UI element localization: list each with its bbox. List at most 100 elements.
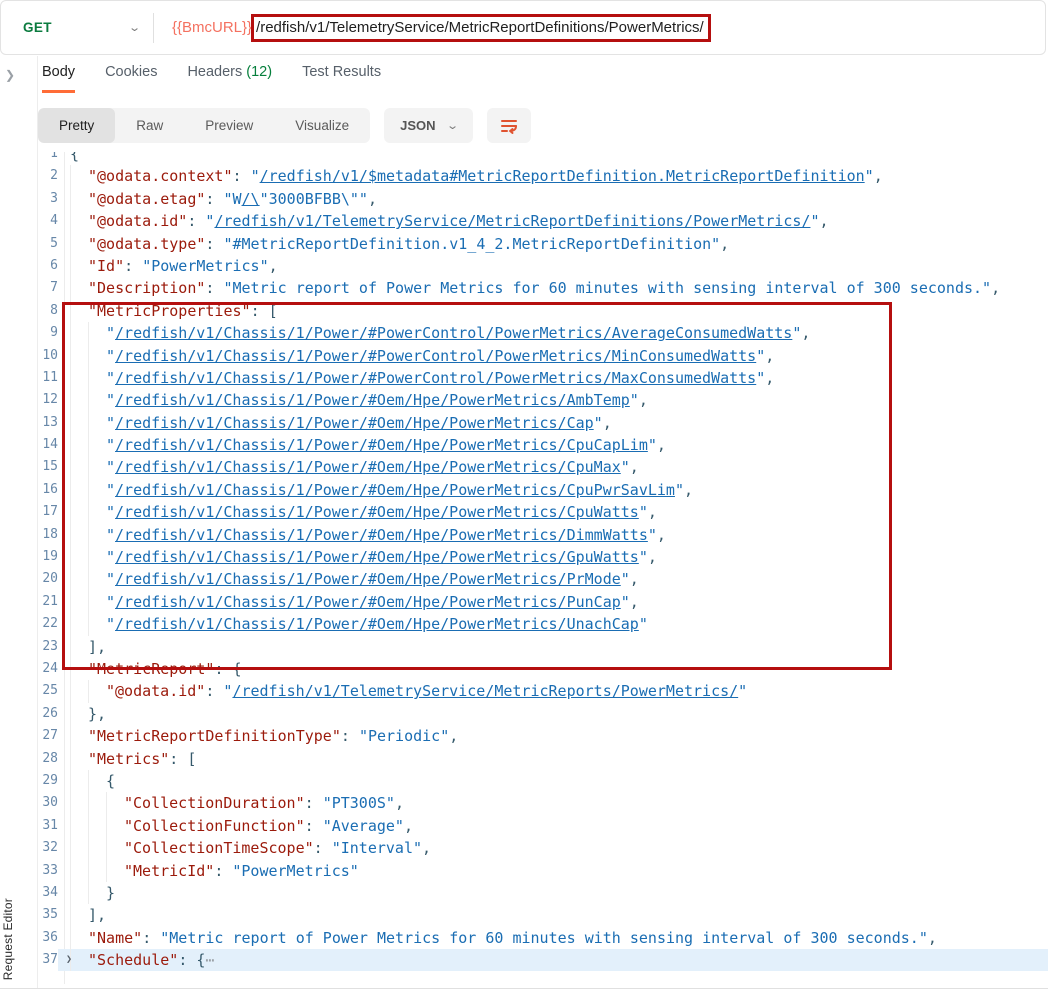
wrap-text-button[interactable] bbox=[487, 108, 531, 143]
code-text: "Metrics": [ bbox=[58, 748, 1048, 770]
line-number: 11 bbox=[38, 367, 58, 389]
tab-headers[interactable]: Headers (12) bbox=[187, 64, 272, 93]
json-link[interactable]: /redfish/v1/Chassis/1/Power/#Oem/Hpe/Pow… bbox=[115, 548, 639, 566]
code-line: 6"Id": "PowerMetrics", bbox=[38, 255, 1048, 277]
code-text: "Name": "Metric report of Power Metrics … bbox=[58, 927, 1048, 949]
json-link[interactable]: /redfish/v1/Chassis/1/Power/#PowerContro… bbox=[115, 324, 792, 342]
code-line: 32"CollectionTimeScope": "Interval", bbox=[38, 837, 1048, 859]
view-segmented-control: Pretty Raw Preview Visualize bbox=[38, 108, 370, 143]
url-input[interactable]: {{BmcURL}}/redfish/v1/TelemetryService/M… bbox=[172, 14, 711, 42]
code-text: "/redfish/v1/Chassis/1/Power/#Oem/Hpe/Po… bbox=[58, 546, 1048, 568]
code-line: 18"/redfish/v1/Chassis/1/Power/#Oem/Hpe/… bbox=[38, 524, 1048, 546]
line-number: 17 bbox=[38, 501, 58, 523]
code-line: 9"/redfish/v1/Chassis/1/Power/#PowerCont… bbox=[38, 322, 1048, 344]
code-line: 36"Name": "Metric report of Power Metric… bbox=[38, 927, 1048, 949]
json-link[interactable]: /redfish/v1/TelemetryService/MetricRepor… bbox=[214, 212, 810, 230]
line-number: 25 bbox=[38, 680, 58, 702]
url-highlight-box: /redfish/v1/TelemetryService/MetricRepor… bbox=[251, 14, 711, 42]
json-link[interactable]: /redfish/v1/Chassis/1/Power/#PowerContro… bbox=[115, 369, 756, 387]
line-number: 9 bbox=[38, 322, 58, 344]
code-line: 28"Metrics": [ bbox=[38, 748, 1048, 770]
code-text: ], bbox=[58, 904, 1048, 926]
fold-chevron-icon[interactable]: ❯ bbox=[66, 949, 72, 971]
code-line: 19"/redfish/v1/Chassis/1/Power/#Oem/Hpe/… bbox=[38, 546, 1048, 568]
line-number: 15 bbox=[38, 456, 58, 478]
code-text: "Id": "PowerMetrics", bbox=[58, 255, 1048, 277]
code-text: "/redfish/v1/Chassis/1/Power/#PowerContr… bbox=[58, 322, 1048, 344]
code-text: "/redfish/v1/Chassis/1/Power/#Oem/Hpe/Po… bbox=[58, 591, 1048, 613]
environment-variable-chip: {{BmcURL}} bbox=[172, 19, 252, 36]
response-tabs: Body Cookies Headers (12) Test Results bbox=[42, 64, 381, 93]
code-text: "@odata.id": "/redfish/v1/TelemetryServi… bbox=[58, 680, 1048, 702]
line-number: 3 bbox=[38, 188, 58, 210]
code-text: "/redfish/v1/Chassis/1/Power/#Oem/Hpe/Po… bbox=[58, 524, 1048, 546]
line-number: 22 bbox=[38, 613, 58, 635]
code-text: "Description": "Metric report of Power M… bbox=[58, 277, 1048, 299]
json-link[interactable]: /redfish/v1/Chassis/1/Power/#Oem/Hpe/Pow… bbox=[115, 391, 630, 409]
code-line: 25"@odata.id": "/redfish/v1/TelemetrySer… bbox=[38, 680, 1048, 702]
tab-body[interactable]: Body bbox=[42, 64, 75, 93]
code-line: 3"@odata.etag": "W/\"3000BFBB\"", bbox=[38, 188, 1048, 210]
json-link[interactable]: /\ bbox=[242, 190, 260, 208]
json-link[interactable]: /redfish/v1/Chassis/1/Power/#Oem/Hpe/Pow… bbox=[115, 414, 594, 432]
json-link[interactable]: /redfish/v1/Chassis/1/Power/#Oem/Hpe/Pow… bbox=[115, 458, 621, 476]
line-number: 20 bbox=[38, 568, 58, 590]
code-line: 14"/redfish/v1/Chassis/1/Power/#Oem/Hpe/… bbox=[38, 434, 1048, 456]
line-number: 14 bbox=[38, 434, 58, 456]
code-line: 33"MetricId": "PowerMetrics" bbox=[38, 860, 1048, 882]
expand-sidebar-icon[interactable]: ❯ bbox=[5, 68, 15, 82]
json-link[interactable]: /redfish/v1/Chassis/1/Power/#PowerContro… bbox=[115, 347, 756, 365]
code-line: 37❯"Schedule": {⋯ bbox=[38, 949, 1048, 971]
headers-count-badge: (12) bbox=[242, 64, 272, 80]
json-link[interactable]: /redfish/v1/$metadata#MetricReportDefini… bbox=[260, 167, 865, 185]
code-line: 22"/redfish/v1/Chassis/1/Power/#Oem/Hpe/… bbox=[38, 613, 1048, 635]
view-preview[interactable]: Preview bbox=[184, 108, 274, 143]
line-number: 34 bbox=[38, 882, 58, 904]
code-text: "@odata.etag": "W/\"3000BFBB\"", bbox=[58, 188, 1048, 210]
json-link[interactable]: /redfish/v1/Chassis/1/Power/#Oem/Hpe/Pow… bbox=[115, 570, 621, 588]
code-line: 5"@odata.type": "#MetricReportDefinition… bbox=[38, 233, 1048, 255]
json-link[interactable]: /redfish/v1/Chassis/1/Power/#Oem/Hpe/Pow… bbox=[115, 436, 648, 454]
code-text: "MetricId": "PowerMetrics" bbox=[58, 860, 1048, 882]
code-text: "MetricReport": { bbox=[58, 658, 1048, 680]
tab-cookies[interactable]: Cookies bbox=[105, 64, 157, 93]
code-line: 30"CollectionDuration": "PT300S", bbox=[38, 792, 1048, 814]
code-line: 21"/redfish/v1/Chassis/1/Power/#Oem/Hpe/… bbox=[38, 591, 1048, 613]
line-number: 16 bbox=[38, 479, 58, 501]
format-select[interactable]: JSON ⌄ bbox=[384, 108, 473, 143]
code-line: 11"/redfish/v1/Chassis/1/Power/#PowerCon… bbox=[38, 367, 1048, 389]
line-number: 37❯ bbox=[38, 949, 58, 971]
divider bbox=[153, 13, 154, 43]
line-number: 10 bbox=[38, 345, 58, 367]
body-view-bar: Pretty Raw Preview Visualize JSON ⌄ bbox=[38, 108, 531, 143]
code-line: 35], bbox=[38, 904, 1048, 926]
line-number: 21 bbox=[38, 591, 58, 613]
code-text: "MetricReportDefinitionType": "Periodic"… bbox=[58, 725, 1048, 747]
json-link[interactable]: /redfish/v1/Chassis/1/Power/#Oem/Hpe/Pow… bbox=[115, 481, 675, 499]
code-line: 26}, bbox=[38, 703, 1048, 725]
code-lines: 1{2"@odata.context": "/redfish/v1/$metad… bbox=[38, 152, 1048, 971]
json-link[interactable]: /redfish/v1/Chassis/1/Power/#Oem/Hpe/Pow… bbox=[115, 615, 639, 633]
view-visualize[interactable]: Visualize bbox=[274, 108, 370, 143]
request-url-bar: GET ⌄ {{BmcURL}}/redfish/v1/TelemetrySer… bbox=[0, 0, 1046, 55]
tab-test-results[interactable]: Test Results bbox=[302, 64, 381, 93]
url-path: /redfish/v1/TelemetryService/MetricRepor… bbox=[256, 19, 704, 36]
json-link[interactable]: /redfish/v1/Chassis/1/Power/#Oem/Hpe/Pow… bbox=[115, 593, 621, 611]
json-link[interactable]: /redfish/v1/Chassis/1/Power/#Oem/Hpe/Pow… bbox=[115, 526, 648, 544]
view-pretty[interactable]: Pretty bbox=[38, 108, 115, 143]
code-text: }, bbox=[58, 703, 1048, 725]
response-workspace: ❯ Request Editor Body Cookies Headers (1… bbox=[0, 56, 1048, 994]
line-number: 27 bbox=[38, 725, 58, 747]
code-line: 24"MetricReport": { bbox=[38, 658, 1048, 680]
code-text: "/redfish/v1/Chassis/1/Power/#Oem/Hpe/Po… bbox=[58, 412, 1048, 434]
code-text: { bbox=[58, 770, 1048, 792]
json-link[interactable]: /redfish/v1/Chassis/1/Power/#Oem/Hpe/Pow… bbox=[115, 503, 639, 521]
code-text: "/redfish/v1/Chassis/1/Power/#PowerContr… bbox=[58, 367, 1048, 389]
method-label: GET bbox=[23, 20, 52, 35]
view-raw[interactable]: Raw bbox=[115, 108, 184, 143]
method-selector[interactable]: GET ⌄ bbox=[1, 20, 153, 35]
json-link[interactable]: /redfish/v1/TelemetryService/MetricRepor… bbox=[232, 682, 738, 700]
line-number: 8 bbox=[38, 300, 58, 322]
code-text: "/redfish/v1/Chassis/1/Power/#Oem/Hpe/Po… bbox=[58, 456, 1048, 478]
line-number: 26 bbox=[38, 703, 58, 725]
